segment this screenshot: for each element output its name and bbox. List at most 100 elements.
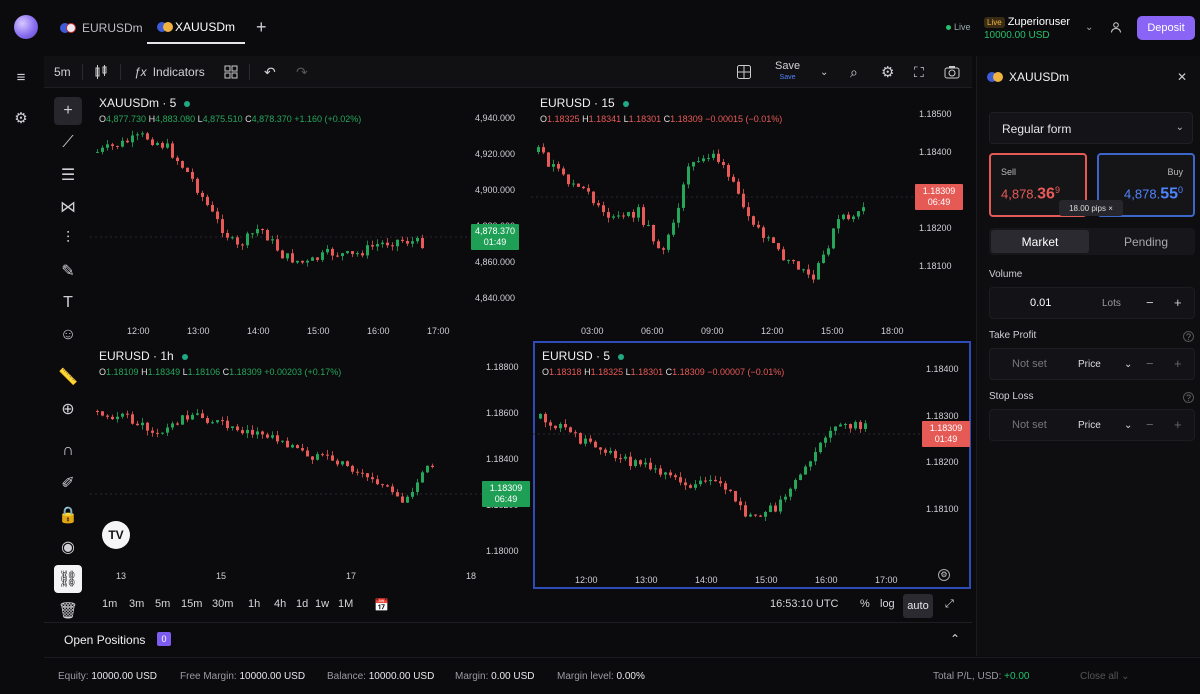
save-button[interactable]: Save Save: [775, 56, 800, 88]
candle: [572, 183, 575, 185]
user-icon[interactable]: [1110, 21, 1122, 33]
interval-selector[interactable]: 5m: [54, 56, 71, 88]
candle-type-icon[interactable]: [94, 56, 108, 88]
chevron-down-icon[interactable]: ⌄: [1124, 359, 1132, 370]
tradingview-logo[interactable]: TV: [102, 521, 130, 549]
candle: [732, 176, 735, 182]
zoom-in-icon[interactable]: ⊕: [54, 395, 82, 423]
candle: [579, 432, 582, 444]
tab-eurusdm[interactable]: EURUSDm: [50, 12, 153, 44]
camera-icon[interactable]: [944, 56, 960, 88]
lock-drawing-icon[interactable]: ✐: [54, 469, 82, 497]
chart-pane-xauusdm-5[interactable]: XAUUSDm · 5 O4,877.730 H4,883.080 L4,875…: [90, 88, 530, 340]
stop-loss-field[interactable]: Not set Price ⌄ − +: [989, 409, 1195, 441]
layout-grid-icon[interactable]: [224, 56, 238, 88]
volume-field[interactable]: 0.01 Lots − +: [989, 287, 1195, 319]
text-icon[interactable]: T: [54, 289, 82, 317]
chevron-up-icon[interactable]: ⌃: [950, 632, 960, 646]
plus-icon[interactable]: +: [1174, 417, 1182, 432]
undo-icon[interactable]: ↶: [264, 56, 276, 88]
settings-icon[interactable]: ⚙: [938, 569, 950, 581]
tab-market[interactable]: Market: [991, 230, 1089, 253]
auto-scale-toggle[interactable]: auto: [903, 594, 933, 618]
expand-icon[interactable]: ⤢: [945, 598, 954, 611]
plus-icon[interactable]: +: [1174, 295, 1182, 310]
candle: [121, 140, 124, 147]
plus-icon[interactable]: +: [1174, 356, 1182, 371]
time-axis-label: 17: [346, 571, 357, 581]
timeframe-4h[interactable]: 4h: [274, 598, 286, 610]
timeframe-15m[interactable]: 15m: [181, 598, 202, 610]
fib-icon[interactable]: ☰: [54, 161, 82, 189]
fullscreen-icon[interactable]: ⛶: [914, 56, 924, 88]
ohlc-open: 1.18318: [549, 367, 582, 377]
take-profit-type[interactable]: Price: [1078, 359, 1101, 370]
app-logo[interactable]: [14, 15, 38, 39]
candle: [241, 430, 244, 434]
timeframe-1h[interactable]: 1h: [248, 598, 260, 610]
redo-icon[interactable]: ↷: [296, 56, 308, 88]
tab-xauusdm[interactable]: XAUUSDm: [147, 12, 245, 44]
eye-icon[interactable]: ◉: [54, 533, 82, 561]
gear-icon[interactable]: ⚙: [13, 111, 29, 127]
minus-icon[interactable]: −: [1146, 295, 1154, 310]
chart-pane-eurusd-5[interactable]: EURUSD · 5 O1.18318 H1.18325 L1.18301 C1…: [533, 341, 971, 589]
timeframe-1M[interactable]: 1M: [338, 598, 353, 610]
tab-pending[interactable]: Pending: [1099, 230, 1193, 253]
close-icon[interactable]: ✕: [1177, 70, 1187, 84]
crosshair-icon[interactable]: +: [54, 97, 82, 125]
link-icon[interactable]: ⛓: [54, 565, 82, 593]
pattern-icon[interactable]: ⋈: [54, 193, 82, 221]
chart-pane-eurusd-1h[interactable]: EURUSD · 1h O1.18109 H1.18349 L1.18106 C…: [90, 341, 530, 591]
candle: [411, 241, 414, 244]
timeframe-5m[interactable]: 5m: [155, 598, 170, 610]
chevron-down-icon[interactable]: ⌄: [820, 56, 828, 88]
calendar-icon[interactable]: 📅: [374, 598, 389, 612]
candle: [617, 215, 620, 217]
chevron-down-icon[interactable]: ⌄: [1085, 22, 1093, 33]
timeframe-1w[interactable]: 1w: [315, 598, 329, 610]
candle: [226, 232, 229, 238]
menu-icon[interactable]: ≡: [13, 70, 29, 86]
open-positions-bar[interactable]: Open Positions 0 ⌃: [44, 622, 972, 656]
add-tab-icon[interactable]: +: [256, 17, 267, 38]
layout-icon[interactable]: [736, 56, 752, 88]
divider: [82, 64, 83, 80]
candle: [281, 440, 284, 442]
minus-icon[interactable]: −: [1146, 356, 1154, 371]
trash-icon[interactable]: 🗑: [54, 600, 82, 622]
deposit-button[interactable]: Deposit: [1137, 16, 1195, 40]
tab-label: XAUUSDm: [174, 20, 235, 34]
candle: [577, 183, 580, 187]
timeframe-30m[interactable]: 30m: [212, 598, 233, 610]
sell-price-sup: 9: [1054, 185, 1060, 195]
stop-loss-type[interactable]: Price: [1078, 420, 1101, 431]
take-profit-field[interactable]: Not set Price ⌄ − +: [989, 348, 1195, 380]
timeframe-1m[interactable]: 1m: [102, 598, 117, 610]
minus-icon[interactable]: −: [1146, 417, 1154, 432]
help-icon[interactable]: ?: [1183, 392, 1194, 403]
order-form-select[interactable]: Regular form ⌄: [989, 112, 1193, 144]
indicators-button[interactable]: ƒx Indicators: [134, 56, 205, 88]
brush-icon[interactable]: ✎: [54, 257, 82, 285]
log-toggle[interactable]: log: [880, 598, 895, 610]
time-axis-label: 12:00: [761, 326, 784, 336]
magnet-icon[interactable]: ∩: [54, 437, 82, 465]
trend-line-icon[interactable]: ⟋: [54, 129, 82, 157]
chevron-down-icon[interactable]: ⌄: [1124, 420, 1132, 431]
quick-search-icon[interactable]: ⌕: [850, 56, 858, 88]
candle: [341, 461, 344, 465]
emoji-icon[interactable]: ☺: [54, 321, 82, 349]
lock-icon[interactable]: 🔒: [54, 501, 82, 529]
chart-pane-eurusd-15[interactable]: EURUSD · 15 O1.18325 H1.18341 L1.18301 C…: [531, 88, 972, 340]
projection-icon[interactable]: ⫶: [54, 225, 82, 253]
timeframe-3m[interactable]: 3m: [129, 598, 144, 610]
settings-icon[interactable]: ⚙: [881, 56, 894, 88]
help-icon[interactable]: ?: [1183, 331, 1194, 342]
timeframe-1d[interactable]: 1d: [296, 598, 308, 610]
account-selector[interactable]: Live Zuperioruser 10000.00 USD: [984, 14, 1070, 41]
ohlc-legend: O4,877.730 H4,883.080 L4,875.510 C4,878.…: [99, 114, 362, 124]
close-all-button[interactable]: Close all ⌄: [1080, 671, 1130, 682]
percent-toggle[interactable]: %: [860, 598, 870, 610]
ruler-icon[interactable]: 📏: [54, 363, 82, 391]
